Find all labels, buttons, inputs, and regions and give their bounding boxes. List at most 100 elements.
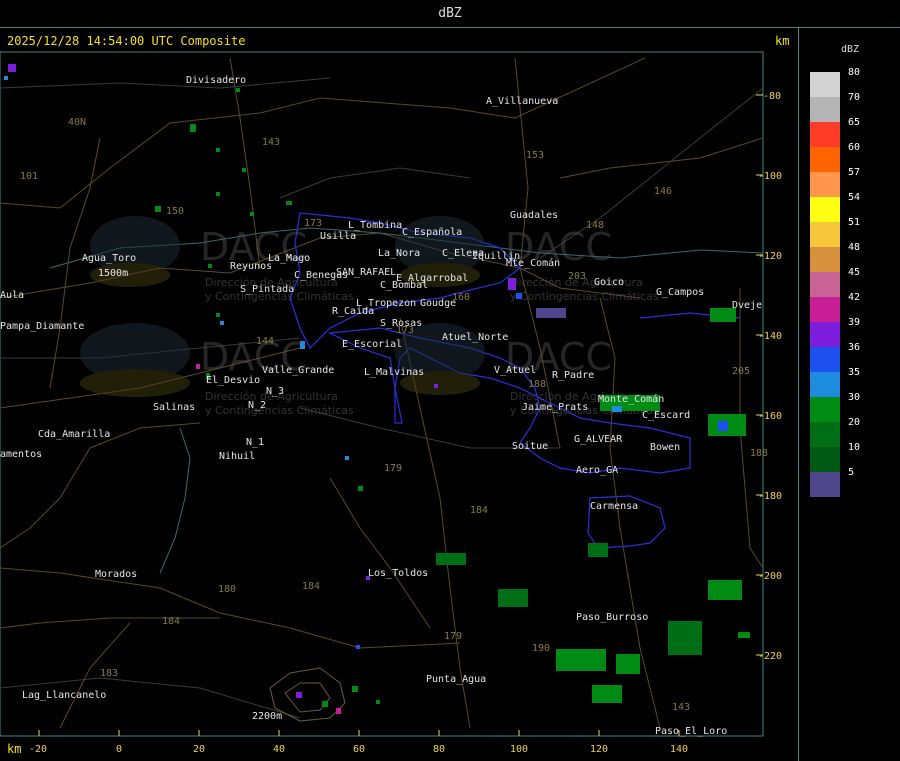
y-tick-label: -100 <box>758 171 782 182</box>
place-label: La_Nora <box>378 248 420 259</box>
place-label: C_Española <box>402 227 462 238</box>
legend-value-label: 30 <box>848 392 861 403</box>
km-bottom-label: km <box>7 742 22 756</box>
road-label: 205 <box>732 366 750 377</box>
road-label: 180 <box>218 584 236 595</box>
legend-title: dBZ <box>841 44 860 55</box>
place-label: V_Atuel <box>494 365 536 376</box>
place-label: N_1 <box>246 437 264 448</box>
legend-value-label: 48 <box>848 242 861 253</box>
legend-value-label: 45 <box>848 267 861 278</box>
place-label: C_Bombal <box>380 280 428 291</box>
place-label: Valle_Grande <box>262 365 334 376</box>
y-tick-label: -160 <box>758 411 782 422</box>
place-label: amentos <box>0 449 42 460</box>
place-label: A_Villanueva <box>486 96 558 107</box>
road-label: 150 <box>166 206 184 217</box>
place-label: La_Mago <box>268 253 310 264</box>
legend-swatch <box>810 397 840 422</box>
place-label: SAN_RAFAEL <box>336 267 396 278</box>
place-label: L_Tombina <box>348 220 402 231</box>
road-label: 190 <box>532 643 550 654</box>
place-label: Nihuil <box>219 451 255 462</box>
road-label: 183 <box>100 668 118 679</box>
place-label: Soitue <box>512 441 548 452</box>
legend-value-label: 60 <box>848 142 861 153</box>
watermark-line2: y Contingencias Climáticas <box>510 290 659 303</box>
road-label: 160 <box>452 292 470 303</box>
place-label: Salinas <box>153 402 195 413</box>
legend-swatch <box>810 122 840 147</box>
legend-swatch <box>810 197 840 222</box>
x-tick-label: 120 <box>590 744 608 755</box>
legend-swatch <box>810 422 840 447</box>
legend-value-label: 39 <box>848 317 861 328</box>
place-label: Monte_Comán <box>598 393 664 405</box>
x-tick-label: 20 <box>193 744 205 755</box>
road-label: 184 <box>162 616 180 627</box>
road-label: 40N <box>68 117 86 128</box>
road-label: 143 <box>262 137 280 148</box>
place-label: Mte_Comán <box>506 257 560 269</box>
place-label: Guadales <box>510 210 558 221</box>
road-label: 203 <box>568 271 586 282</box>
place-label: S_Pintada <box>240 284 294 295</box>
place-label: C_Escard <box>642 410 690 421</box>
road-label: 188 <box>528 379 546 390</box>
legend-swatch <box>810 322 840 347</box>
road-label: 101 <box>20 171 38 182</box>
y-tick-label: -120 <box>758 251 782 262</box>
place-label: 1500m <box>98 268 128 279</box>
legend-swatch <box>810 72 840 97</box>
legend-swatch <box>810 447 840 472</box>
road-label: 143 <box>672 702 690 713</box>
road-label: 179 <box>444 631 462 642</box>
y-tick-label: -200 <box>758 571 782 582</box>
y-axis-labels: -80 -100 -120 -140 -160 -180 -200 -220 <box>758 91 782 662</box>
place-label: Cda_Amarilla <box>38 429 110 440</box>
place-label: Aula <box>0 290 24 301</box>
place-label: Pampa_Diamante <box>0 321 84 332</box>
place-label: Jaime_Prats <box>522 402 588 413</box>
legend-swatch <box>810 347 840 372</box>
x-tick-label: 60 <box>353 744 365 755</box>
x-axis <box>38 730 680 736</box>
place-label: Goico <box>594 277 624 288</box>
watermark-line2: y Contingencias Climáticas <box>205 404 354 417</box>
legend-value-label: 20 <box>848 417 861 428</box>
legend-value-label: 5 <box>848 467 855 478</box>
place-label: Paso_Burroso <box>576 612 648 623</box>
place-label: N_2 <box>248 400 266 411</box>
legend-swatch <box>810 247 840 272</box>
y-tick-label: -80 <box>763 91 781 102</box>
place-label: G_Campos <box>656 287 704 298</box>
y-tick-label: -140 <box>758 331 782 342</box>
window-title-bar: dBZ <box>0 0 900 28</box>
place-label: Carmensa <box>590 501 638 512</box>
place-label: N_3 <box>266 386 284 397</box>
road-label: 188 <box>750 448 768 459</box>
radar-map[interactable]: DACC DACC DACC DACC Dirección de Agricul… <box>0 28 798 761</box>
legend-value-label: 36 <box>848 342 861 353</box>
legend-swatch <box>810 172 840 197</box>
x-tick-label: -20 <box>29 744 47 755</box>
place-label: Atuel_Norte <box>442 332 508 343</box>
road-label: 148 <box>586 220 604 231</box>
place-label: Divisadero <box>186 75 246 86</box>
place-label: R_Caida <box>332 306 374 317</box>
legend-value-label: 80 <box>848 67 861 78</box>
legend-value-label: 35 <box>848 367 861 378</box>
x-tick-label: 100 <box>510 744 528 755</box>
road-label: 153 <box>526 150 544 161</box>
place-label: Paso_El_Loro <box>655 726 727 737</box>
legend-swatch <box>810 372 840 397</box>
road-label: 184 <box>470 505 488 516</box>
place-label: El_Desvio <box>206 375 260 386</box>
place-label: Dveje <box>732 300 762 311</box>
road-label: 173 <box>396 325 414 336</box>
legend-value-label: 54 <box>848 192 861 203</box>
window-title: dBZ <box>438 6 462 21</box>
legend-value-label: 51 <box>848 217 861 228</box>
map-canvas[interactable]: DACC DACC DACC DACC Dirección de Agricul… <box>0 28 798 761</box>
legend-value-label: 10 <box>848 442 861 453</box>
